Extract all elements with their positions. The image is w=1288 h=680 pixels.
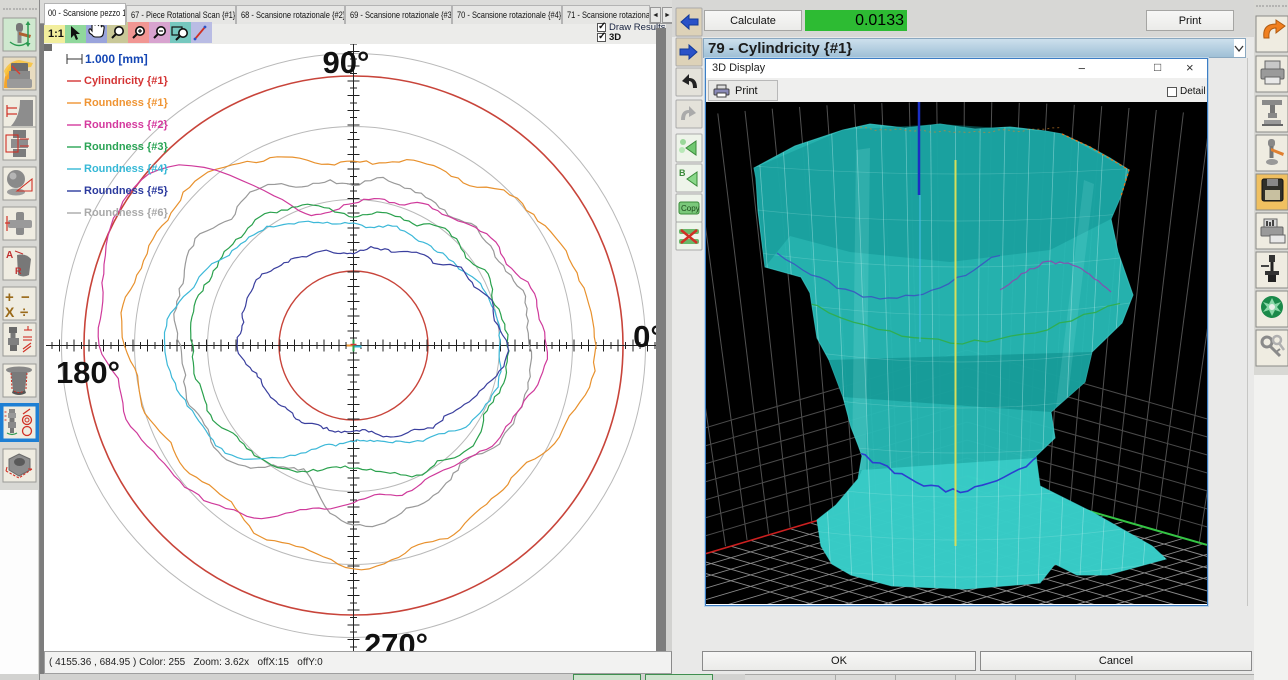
svg-text:R: R: [15, 266, 22, 276]
svg-text:90°: 90°: [323, 45, 370, 80]
svg-text:1:1: 1:1: [48, 28, 64, 40]
svg-text:X: X: [5, 304, 15, 320]
svg-text:Roundness {#2}: Roundness {#2}: [84, 119, 168, 131]
svg-text:0°: 0°: [633, 319, 656, 354]
svg-text:Roundness {#1}: Roundness {#1}: [84, 97, 168, 109]
svg-text:Roundness {#5}: Roundness {#5}: [84, 185, 168, 197]
svg-text:Roundness {#3}: Roundness {#3}: [84, 141, 168, 153]
svg-text:Roundness {#6}: Roundness {#6}: [84, 207, 168, 219]
svg-text:Copy: Copy: [681, 204, 700, 213]
svg-text:1.000 [mm]: 1.000 [mm]: [85, 52, 148, 66]
svg-text:÷: ÷: [20, 304, 28, 321]
svg-text:B: B: [679, 168, 686, 178]
svg-text:A: A: [6, 250, 13, 261]
svg-text:270°: 270°: [364, 627, 428, 651]
svg-text:Cylindricity {#1}: Cylindricity {#1}: [84, 75, 168, 87]
svg-text:Roundness {#4}: Roundness {#4}: [84, 163, 168, 175]
svg-text:180°: 180°: [56, 355, 120, 390]
